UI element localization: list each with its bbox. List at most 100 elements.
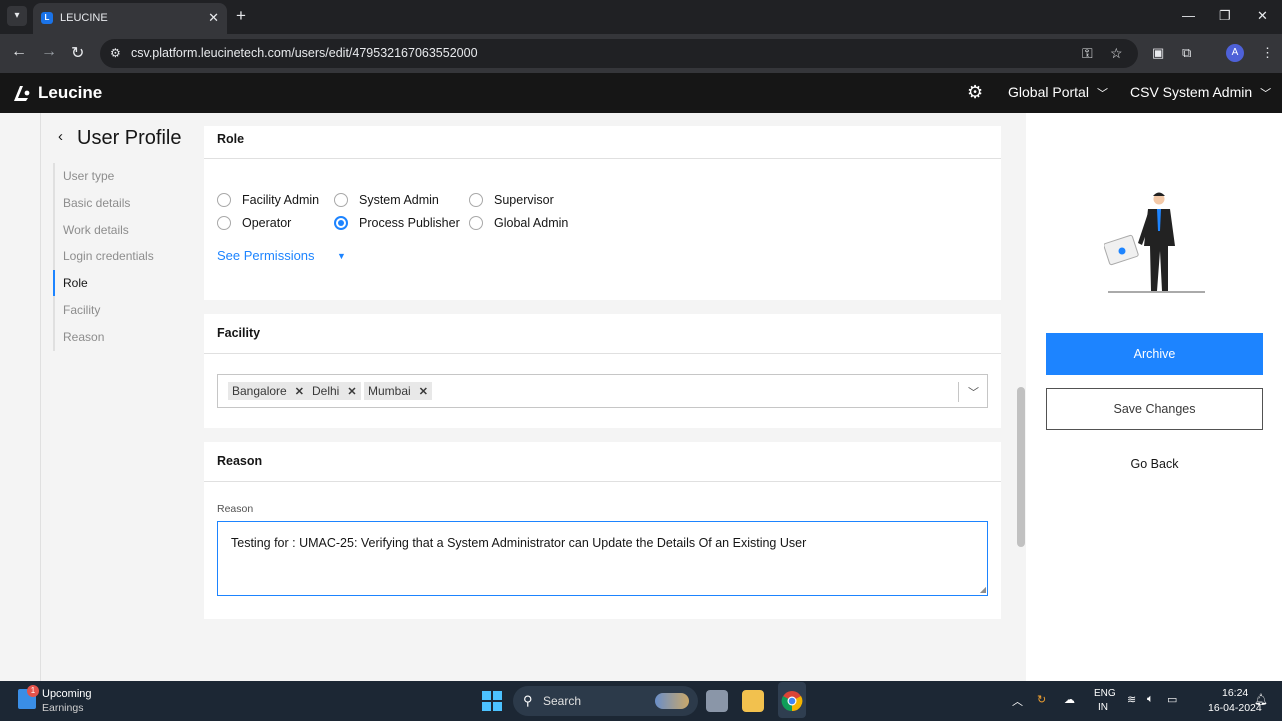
step-basic-details[interactable]: Basic details — [55, 190, 203, 217]
action-sidebar: Archive Save Changes Go Back — [1026, 113, 1282, 681]
chevron-down-icon: ﹀ — [1260, 88, 1272, 100]
widget-subtitle[interactable]: Earnings — [42, 702, 83, 714]
notification-badge: 1 — [27, 685, 39, 697]
tray-overflow-icon[interactable]: ︿ — [1012, 693, 1023, 709]
remove-chip-icon[interactable]: ✕ — [295, 386, 304, 398]
cloud-icon[interactable]: ☁ — [1064, 693, 1075, 706]
section-stepper: User type Basic details Work details Log… — [53, 163, 203, 351]
tab-close-icon[interactable]: ✕ — [208, 10, 219, 26]
facility-chip: Bangalore ✕ — [228, 382, 308, 400]
os-taskbar: 1 Upcoming Earnings ⚲ Search ︿ ↻ ☁ ENG I… — [0, 681, 1282, 721]
browser-tab[interactable]: L LEUCINE ✕ — [33, 3, 227, 34]
chevron-down-icon[interactable]: ﹀ — [968, 384, 979, 400]
close-window-icon[interactable]: ✕ — [1257, 8, 1268, 24]
address-bar[interactable]: ⚙ csv.platform.leucinetech.com/users/edi… — [100, 39, 1138, 68]
step-role[interactable]: Role — [53, 270, 203, 297]
facility-chip: Delhi ✕ — [308, 382, 361, 400]
browser-menu-icon[interactable]: ⋮ — [1261, 45, 1274, 61]
brand-name[interactable]: Leucine — [38, 83, 102, 103]
profile-avatar[interactable]: A — [1226, 44, 1244, 62]
radio-facility-admin[interactable]: Facility Admin — [217, 193, 319, 207]
taskbar-search[interactable]: ⚲ Search — [513, 686, 698, 716]
sidebar-divider — [40, 113, 41, 681]
step-work-details[interactable]: Work details — [55, 217, 203, 244]
resize-handle-icon[interactable]: ◢ — [980, 585, 986, 594]
content-scrollbar[interactable] — [1017, 387, 1025, 547]
url-text[interactable]: csv.platform.leucinetech.com/users/edit/… — [131, 46, 478, 60]
facility-heading: Facility — [204, 314, 1001, 354]
widget-title[interactable]: Upcoming — [42, 688, 92, 700]
sync-icon[interactable]: ↻ — [1037, 693, 1046, 706]
remove-chip-icon[interactable]: ✕ — [347, 386, 356, 398]
reason-text[interactable]: Testing for : UMAC-25: Verifying that a … — [231, 536, 806, 550]
user-menu-dropdown[interactable]: CSV System Admin ﹀ — [1130, 84, 1271, 101]
password-key-icon[interactable]: ⚿ — [1082, 45, 1093, 62]
radio-button[interactable] — [217, 193, 231, 207]
battery-icon[interactable]: ▭ — [1167, 693, 1177, 706]
extensions-icon[interactable]: ⧉ — [1182, 45, 1191, 61]
back-chevron-icon[interactable]: ‹ — [58, 128, 63, 145]
step-login-credentials[interactable]: Login credentials — [55, 243, 203, 270]
notification-bell-icon[interactable]: 🔔︎ — [1254, 693, 1268, 706]
portal-dropdown[interactable]: Global Portal ﹀ — [1008, 84, 1108, 101]
radio-process-publisher[interactable]: Process Publisher — [334, 216, 460, 230]
task-view-icon[interactable] — [706, 690, 728, 712]
reason-heading: Reason — [204, 442, 1001, 482]
bookmark-star-icon[interactable]: ☆ — [1110, 45, 1123, 62]
tab-title: LEUCINE — [60, 12, 108, 24]
chrome-icon[interactable] — [781, 690, 803, 712]
reload-icon[interactable]: ↻ — [71, 43, 84, 63]
chip-label: Delhi — [312, 384, 340, 398]
browser-tab-strip: ▾ L LEUCINE ✕ + — ❐ ✕ — [0, 0, 1282, 34]
step-facility[interactable]: Facility — [55, 297, 203, 324]
role-heading: Role — [204, 126, 1001, 159]
minimize-icon[interactable]: — — [1182, 8, 1195, 23]
volume-icon[interactable]: 🔈︎ — [1147, 693, 1154, 706]
radio-supervisor[interactable]: Supervisor — [469, 193, 554, 207]
remove-chip-icon[interactable]: ✕ — [419, 386, 428, 398]
facility-chip: Mumbai ✕ — [364, 382, 432, 400]
leucine-favicon-icon: L — [41, 12, 53, 24]
tab-search-button[interactable]: ▾ — [7, 6, 27, 26]
radio-system-admin[interactable]: System Admin — [334, 193, 439, 207]
radio-operator[interactable]: Operator — [217, 216, 291, 230]
windows-start-icon[interactable] — [482, 691, 502, 711]
settings-gear-icon[interactable]: ⚙ — [967, 82, 983, 103]
new-tab-icon[interactable]: + — [236, 6, 246, 26]
language-region[interactable]: IN — [1098, 702, 1108, 713]
see-permissions-link[interactable]: See Permissions — [217, 248, 315, 263]
page-title: User Profile — [77, 127, 182, 149]
restore-icon[interactable]: ❐ — [1219, 8, 1231, 24]
radio-label: Operator — [242, 216, 292, 230]
archive-button[interactable]: Archive — [1046, 333, 1263, 375]
clock-time[interactable]: 16:24 — [1222, 687, 1248, 699]
back-arrow-icon[interactable]: ← — [11, 43, 27, 61]
step-reason[interactable]: Reason — [55, 324, 203, 351]
chevron-down-icon: ﹀ — [1096, 88, 1108, 100]
chip-label: Bangalore — [232, 384, 287, 398]
radio-button[interactable] — [469, 216, 483, 230]
translate-icon[interactable]: ▣ — [1152, 45, 1164, 61]
radio-label: Process Publisher — [359, 216, 460, 230]
go-back-button[interactable]: Go Back — [1046, 451, 1263, 477]
step-user-type[interactable]: User type — [55, 163, 203, 190]
portal-dropdown-label: Global Portal — [1008, 84, 1089, 100]
language-indicator[interactable]: ENG — [1094, 688, 1116, 699]
radio-label: Facility Admin — [242, 193, 320, 207]
reason-field-label: Reason — [217, 503, 254, 515]
leucine-logo-icon — [14, 86, 30, 101]
file-explorer-icon[interactable] — [742, 690, 764, 712]
radio-button-selected[interactable] — [334, 216, 348, 230]
site-info-icon[interactable]: ⚙ — [110, 46, 121, 60]
radio-button[interactable] — [334, 193, 348, 207]
forward-arrow-icon[interactable]: → — [41, 43, 57, 61]
reason-textarea[interactable]: Testing for : UMAC-25: Verifying that a … — [217, 521, 988, 596]
radio-button[interactable] — [217, 216, 231, 230]
wifi-icon[interactable]: ≋ — [1127, 693, 1136, 706]
browser-toolbar: ← → ↻ ⚙ csv.platform.leucinetech.com/use… — [0, 34, 1282, 73]
caret-down-icon[interactable]: ▼ — [337, 251, 346, 261]
radio-global-admin[interactable]: Global Admin — [469, 216, 568, 230]
save-changes-button[interactable]: Save Changes — [1046, 388, 1263, 430]
facility-multiselect[interactable]: Bangalore ✕ Delhi ✕ Mumbai ✕ ﹀ — [217, 374, 988, 408]
radio-button[interactable] — [469, 193, 483, 207]
